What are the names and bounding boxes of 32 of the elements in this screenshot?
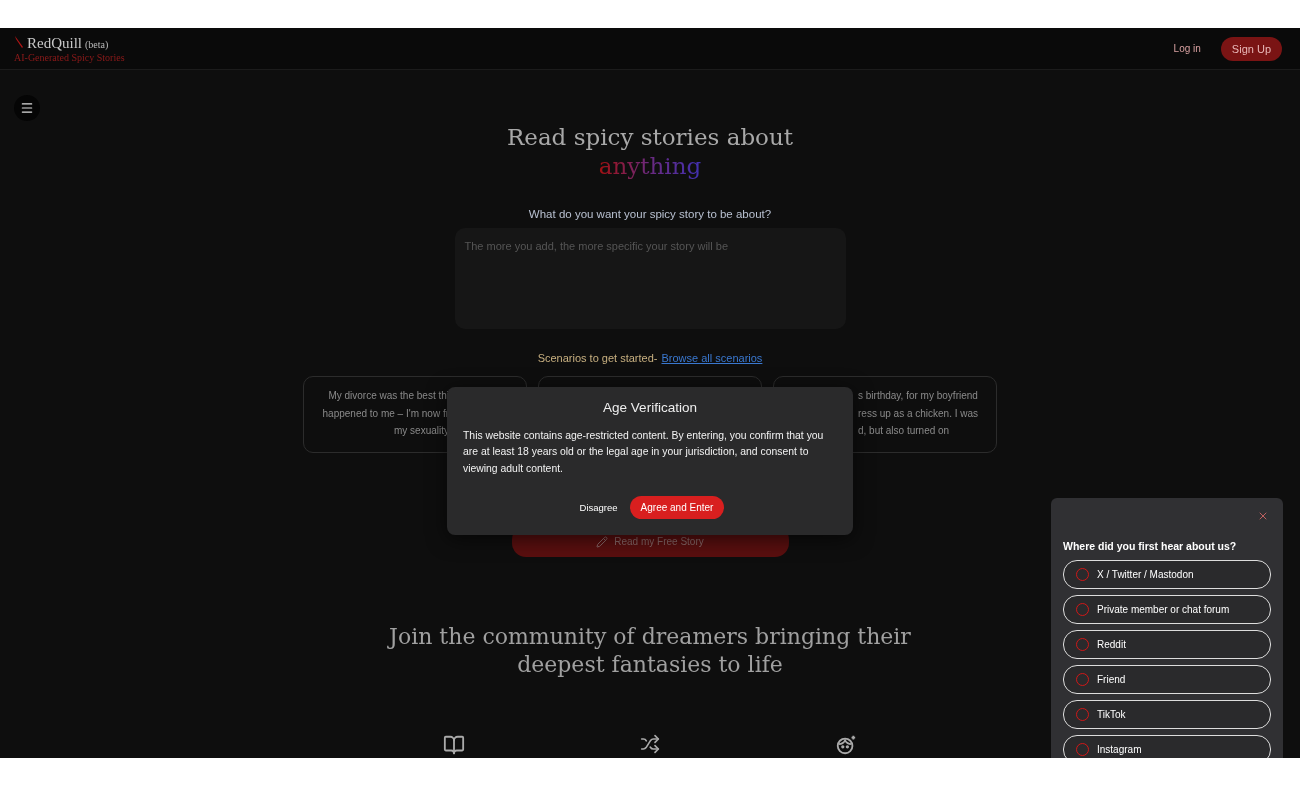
brand-tagline: AI-Generated Spicy Stories (14, 51, 125, 63)
menu-icon (20, 101, 34, 115)
hero-title: Read spicy stories about (506, 123, 794, 152)
beta-label: (beta) (85, 38, 109, 50)
menu-button[interactable] (14, 95, 40, 121)
dialog-title: Age Verification (603, 400, 697, 415)
scenarios-label: Scenarios to get started- (537, 352, 658, 364)
prompt-label: What do you want your spicy story to be about? (528, 208, 772, 220)
browse-scenarios-link[interactable]: Browse all scenarios (661, 352, 763, 364)
pencil-icon (596, 535, 609, 548)
close-icon (1257, 510, 1269, 522)
shuffle-icon (640, 734, 660, 754)
signup-button[interactable]: Sign Up (1220, 36, 1282, 61)
brand-name: RedQuill (27, 34, 82, 52)
disagree-button[interactable]: Disagree (575, 497, 622, 517)
face-sparkle-icon (835, 734, 857, 756)
login-link[interactable]: Log in (1173, 43, 1201, 54)
survey-option[interactable]: TikTok (1063, 700, 1271, 729)
open-book-icon (443, 734, 465, 756)
scenario-text: d, but also turned on (858, 424, 950, 438)
survey-option[interactable]: Friend (1063, 665, 1271, 694)
survey-option[interactable]: Private member or chat forum (1063, 595, 1271, 624)
survey-option[interactable]: Instagram (1063, 735, 1271, 758)
community-heading: Join the community of dreamers bringing their deepest fantasies to life (386, 623, 912, 679)
agree-button[interactable]: Agree and Enter (629, 495, 725, 519)
survey-option[interactable]: Reddit (1063, 630, 1271, 659)
survey-option[interactable]: X / Twitter / Mastodon (1063, 560, 1271, 589)
scenario-text: s birthday, for my boyfriend (858, 389, 978, 403)
survey-question: Where did you first hear about us? (1063, 540, 1238, 552)
scenario-text: my sexuality (394, 424, 449, 438)
scenario-text: ress up as a chicken. I was (858, 406, 979, 421)
quill-icon (14, 35, 24, 48)
